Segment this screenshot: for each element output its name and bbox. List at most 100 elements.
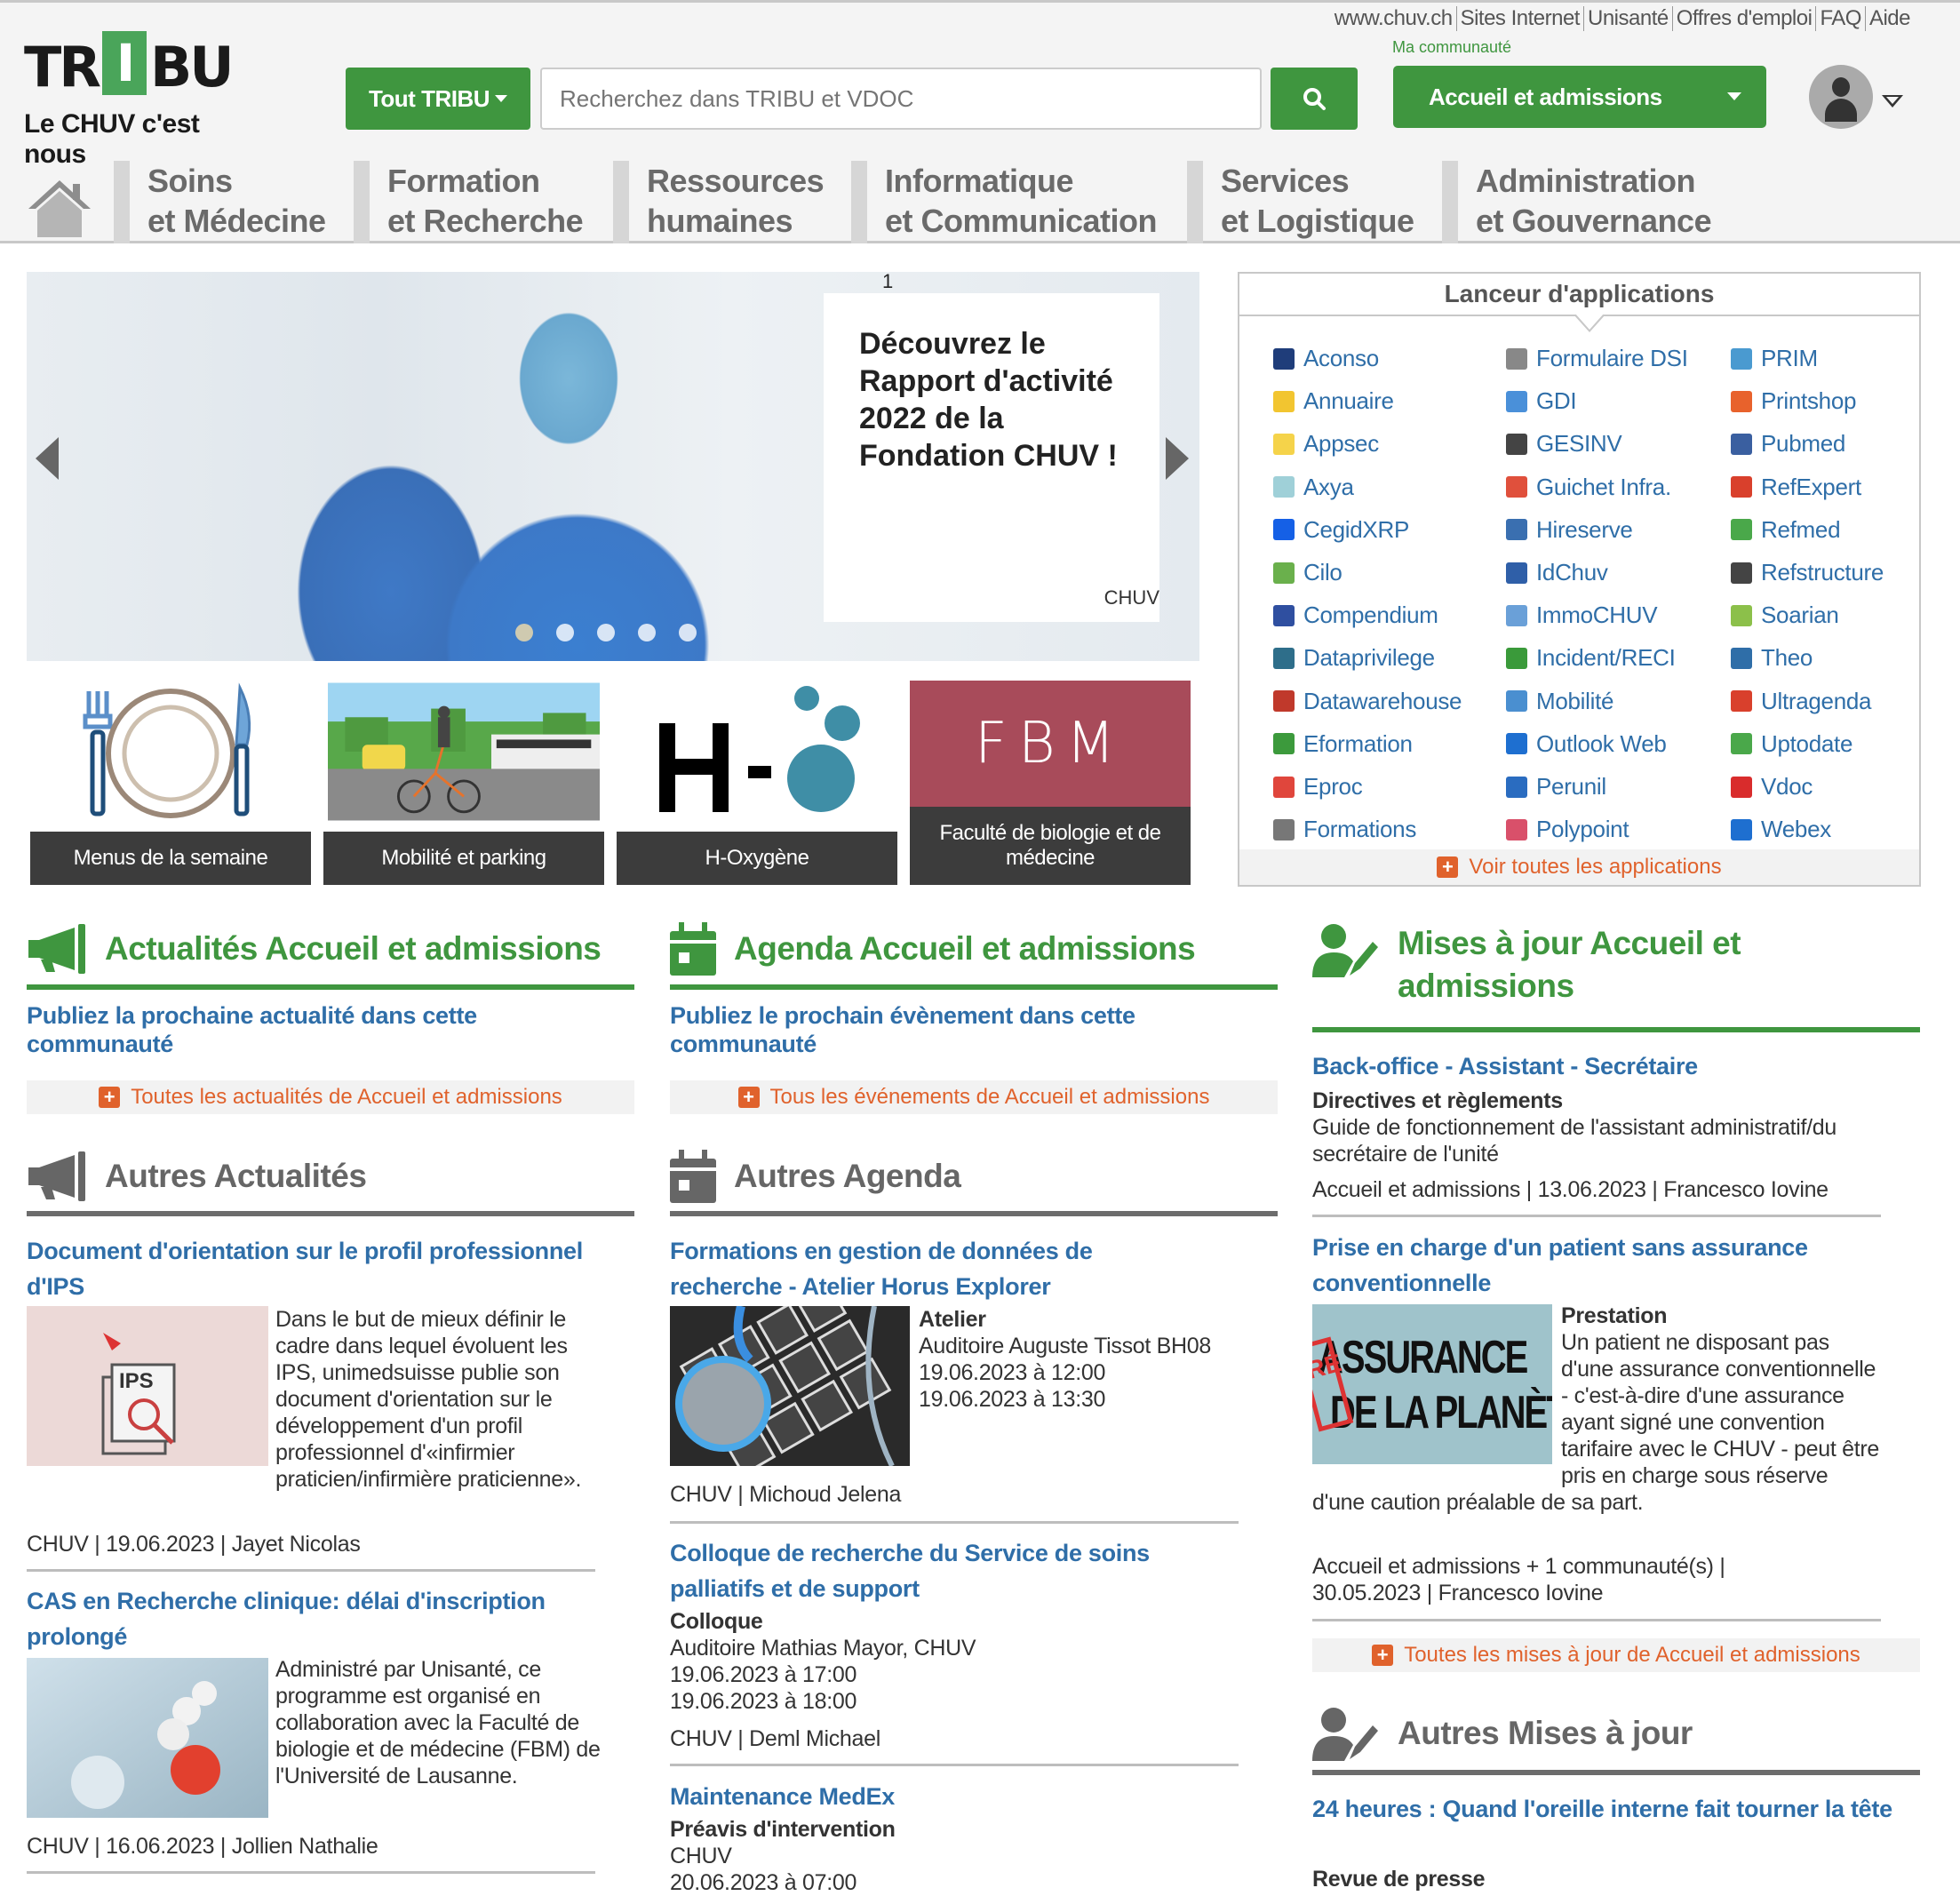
tribu-logo[interactable]: TR I BU Le CHUV c'est nous [24,31,264,169]
ips-document-image[interactable]: IPS [27,1306,268,1466]
hero-caption[interactable]: Découvrez le Rapport d'activité 2022 de … [824,293,1159,622]
app-link-theo[interactable]: Theo [1731,644,1813,672]
news-author[interactable]: Jollien Nathalie [232,1834,378,1859]
app-link-dataprivilege[interactable]: Dataprivilege [1273,644,1435,672]
app-link-mobilit-[interactable]: Mobilité [1506,688,1614,715]
carousel-prev-arrow-icon[interactable] [36,437,59,480]
app-link-perunil[interactable]: Perunil [1506,773,1606,801]
clinical-research-image[interactable] [27,1658,268,1818]
carousel-dot[interactable] [515,624,533,641]
update-title[interactable]: Back-office - Assistant - Secrétaire [1312,1048,1881,1084]
nav-formation[interactable]: Formation et Recherche [354,161,584,243]
tile-mobilite[interactable]: Mobilité et parking [323,681,604,885]
event-title[interactable]: Colloque de recherche du Service de soin… [670,1535,1221,1606]
app-link-refmed[interactable]: Refmed [1731,516,1841,544]
hero-carousel[interactable]: 1 Découvrez le Rapport d'activité 2022 d… [27,272,1199,661]
carousel-dot[interactable] [638,624,656,641]
all-updates-link[interactable]: + Toutes les mises à jour de Accueil et … [1312,1638,1920,1672]
event-title[interactable]: Formations en gestion de données de rech… [670,1233,1203,1304]
update-author[interactable]: Francesco Iovine [1663,1177,1829,1202]
app-link-datawarehouse[interactable]: Datawarehouse [1273,688,1462,715]
app-link-uptodate[interactable]: Uptodate [1731,730,1852,758]
app-link-ultragenda[interactable]: Ultragenda [1731,688,1872,715]
calendar-icon [670,922,716,976]
group-icon [1273,818,1295,840]
nav-informatique[interactable]: Informatique et Communication [851,161,1158,243]
user-menu-caret-icon[interactable] [1882,95,1903,108]
search-scope-button[interactable]: Tout TRIBU [346,68,530,130]
carousel-next-arrow-icon[interactable] [1166,437,1189,480]
app-link-printshop[interactable]: Printshop [1731,387,1856,415]
all-events-label: Tous les événements de Accueil et admiss… [769,1085,1210,1109]
app-link-polypoint[interactable]: Polypoint [1506,816,1629,843]
app-label: Soarian [1761,601,1839,629]
carousel-dot[interactable] [556,624,574,641]
app-link-cegidxrp[interactable]: CegidXRP [1273,516,1409,544]
top-link-sites[interactable]: Sites Internet [1457,6,1584,31]
community-select[interactable]: Accueil et admissions [1393,66,1766,128]
app-link-gdi[interactable]: GDI [1506,387,1577,415]
event-author[interactable]: Michoud Jelena [749,1482,901,1507]
top-link-chuv[interactable]: www.chuv.ch [1331,6,1457,31]
top-link-faq[interactable]: FAQ [1816,6,1866,31]
app-link-cilo[interactable]: Cilo [1273,559,1343,586]
app-link-webex[interactable]: Webex [1731,816,1831,843]
all-apps-link[interactable]: + Voir toutes les applications [1239,849,1919,885]
publish-news-link[interactable]: Publiez la prochaine actualité dans cett… [27,1001,595,1058]
pubmed-icon [1731,433,1752,455]
update-title[interactable]: Prise en charge d'un patient sans assura… [1312,1230,1881,1301]
app-link-idchuv[interactable]: IdChuv [1506,559,1608,586]
news-author[interactable]: Jayet Nicolas [232,1532,361,1557]
app-link-compendium[interactable]: Compendium [1273,601,1438,629]
app-link-pubmed[interactable]: Pubmed [1731,430,1845,458]
app-link-hireserve[interactable]: Hireserve [1506,516,1633,544]
publish-event-link[interactable]: Publiez le prochain évènement dans cette… [670,1001,1239,1058]
user-icon [1506,390,1527,412]
app-link-refstructure[interactable]: Refstructure [1731,559,1884,586]
search-input[interactable] [540,68,1262,130]
app-link-formulaire-dsi[interactable]: Formulaire DSI [1506,345,1688,372]
app-link-guichet-infra-[interactable]: Guichet Infra. [1506,474,1671,501]
nav-services[interactable]: Services et Logistique [1187,161,1414,243]
top-link-unisante[interactable]: Unisanté [1584,6,1673,31]
tile-hoxygene[interactable]: H-Oxygène [617,681,897,885]
nav-soins[interactable]: Soins et Médecine [114,161,326,243]
event-source: CHUV [670,1482,732,1507]
app-link-gesinv[interactable]: GESINV [1506,430,1622,458]
tile-fbm[interactable]: FBM Faculté de biologie et de médecine [910,681,1191,885]
update-title[interactable]: 24 heures : Quand l'oreille interne fait… [1312,1791,1899,1827]
update-author[interactable]: Francesco Iovine [1438,1581,1604,1605]
event-title[interactable]: Maintenance MedEx [670,1779,1221,1814]
tile-menus[interactable]: Menus de la semaine [30,681,311,885]
news-item-title[interactable]: CAS en Recherche clinique: délai d'inscr… [27,1583,613,1654]
app-link-eproc[interactable]: Eproc [1273,773,1363,801]
carousel-dot[interactable] [679,624,697,641]
app-link-axya[interactable]: Axya [1273,474,1354,501]
app-link-vdoc[interactable]: Vdoc [1731,773,1813,801]
app-link-prim[interactable]: PRIM [1731,345,1818,372]
search-button[interactable] [1271,68,1358,130]
app-link-outlook-web[interactable]: Outlook Web [1506,730,1667,758]
app-label: Aconso [1303,345,1379,371]
news-item-title[interactable]: Document d'orientation sur le profil pro… [27,1233,595,1304]
home-icon[interactable] [27,179,92,237]
app-link-annuaire[interactable]: Annuaire [1273,387,1394,415]
carousel-dot[interactable] [597,624,615,641]
app-link-incident-reci[interactable]: Incident/RECI [1506,644,1676,672]
nav-administration[interactable]: Administration et Gouvernance [1442,161,1712,243]
app-link-appsec[interactable]: Appsec [1273,430,1379,458]
user-avatar[interactable] [1809,65,1873,129]
app-link-refexpert[interactable]: RefExpert [1731,474,1861,501]
app-link-soarian[interactable]: Soarian [1731,601,1839,629]
stethoscope-keyboard-image[interactable] [670,1306,910,1466]
app-link-immochuv[interactable]: ImmoCHUV [1506,601,1658,629]
event-author[interactable]: Deml Michael [749,1726,880,1751]
all-events-link[interactable]: + Tous les événements de Accueil et admi… [670,1080,1278,1114]
app-link-eformation[interactable]: Eformation [1273,730,1413,758]
nav-rh[interactable]: Ressources humaines [613,161,825,243]
all-news-link[interactable]: + Toutes les actualités de Accueil et ad… [27,1080,634,1114]
top-link-jobs[interactable]: Offres d'emploi [1673,6,1817,31]
top-link-help[interactable]: Aide [1866,6,1914,31]
app-link-aconso[interactable]: Aconso [1273,345,1379,372]
app-link-formations[interactable]: Formations [1273,816,1416,843]
